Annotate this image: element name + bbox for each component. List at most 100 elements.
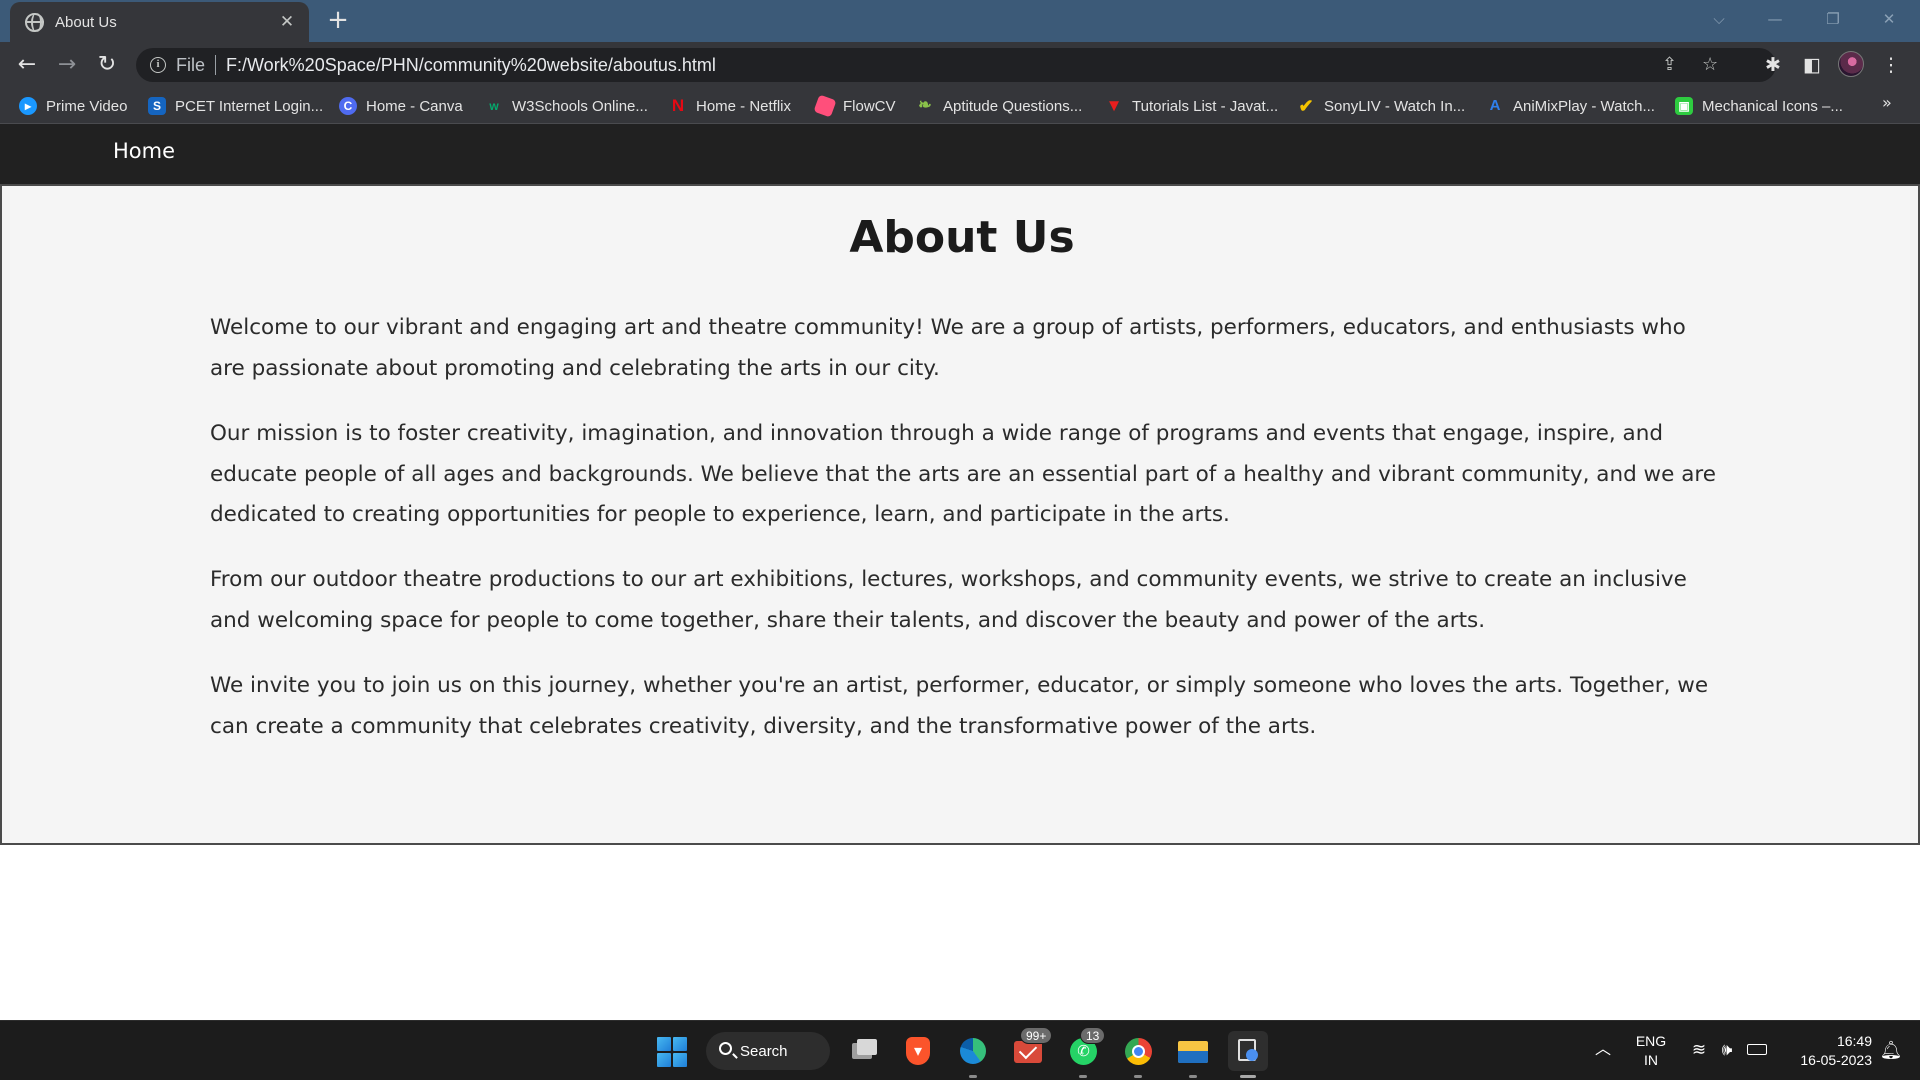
- canva-icon: C: [339, 97, 357, 115]
- bookmarks-overflow-button[interactable]: »: [1882, 93, 1892, 112]
- active-indicator: [1240, 1075, 1256, 1078]
- menu-kebab-icon[interactable]: ⋮: [1876, 50, 1906, 80]
- bookmark-label: Prime Video: [46, 97, 128, 115]
- mail-notification-badge: 99+: [1020, 1027, 1053, 1044]
- chrome-browser-icon[interactable]: [1118, 1031, 1158, 1071]
- globe-icon: [25, 12, 44, 32]
- w3schools-icon: w: [489, 99, 499, 113]
- about-paragraph-welcome: Welcome to our vibrant and engaging art …: [210, 315, 1686, 381]
- bookmark-flowcv[interactable]: FlowCV: [813, 94, 896, 118]
- clock-date: 16-05-2023: [1800, 1052, 1872, 1068]
- running-indicator: [1189, 1075, 1197, 1078]
- minimize-button[interactable]: —: [1752, 0, 1798, 40]
- windows-logo-pane: [673, 1037, 687, 1051]
- address-url[interactable]: F:/Work%20Space/PHN/community%20website/…: [226, 55, 716, 76]
- address-divider: [215, 55, 217, 75]
- bookmark-sonyliv[interactable]: ✔ SonyLIV - Watch In...: [1297, 94, 1465, 118]
- bookmark-label: SonyLIV - Watch In...: [1324, 97, 1466, 115]
- restore-button[interactable]: ❐: [1810, 0, 1856, 40]
- javatpoint-icon: ▼: [1105, 96, 1123, 115]
- bookmark-label: Aptitude Questions...: [943, 97, 1083, 115]
- nav-home-link[interactable]: Home: [113, 139, 175, 163]
- about-paragraph-mission: Our mission is to foster creativity, ima…: [210, 421, 1716, 527]
- whatsapp-notification-badge: 13: [1080, 1027, 1106, 1044]
- bookmark-label: Home - Canva: [366, 97, 463, 115]
- clock-time: 16:49: [1836, 1033, 1872, 1049]
- running-indicator: [1134, 1075, 1142, 1078]
- show-hidden-icons-chevron-icon[interactable]: ︿: [1592, 1020, 1614, 1080]
- snipping-tool-icon[interactable]: [1228, 1031, 1268, 1071]
- bookmark-animixplay[interactable]: A AniMixPlay - Watch...: [1486, 94, 1655, 118]
- clock[interactable]: 16:49 16-05-2023: [1782, 1020, 1872, 1080]
- windows-logo-pane: [657, 1053, 671, 1067]
- windows-logo-pane: [673, 1053, 687, 1067]
- profile-avatar[interactable]: [1838, 51, 1864, 77]
- share-icon[interactable]: ⇪: [1662, 54, 1677, 76]
- reload-icon[interactable]: ↻: [92, 50, 122, 80]
- address-scheme: File: [176, 54, 206, 75]
- about-paragraph-invitation: We invite you to join us on this journey…: [210, 673, 1709, 739]
- bookmark-label: PCET Internet Login...: [175, 97, 324, 115]
- sonyliv-icon: ✔: [1298, 96, 1314, 116]
- language-region: IN: [1644, 1052, 1658, 1068]
- new-tab-button[interactable]: +: [324, 6, 352, 34]
- browser-toolbar: ← → ↻ i File F:/Work%20Space/PHN/communi…: [0, 42, 1920, 88]
- mechanical-icons-icon: ▣: [1675, 97, 1693, 115]
- tab-search-chevron-icon[interactable]: ⌵: [1696, 0, 1742, 40]
- site-navbar: Home: [0, 124, 1920, 184]
- edge-browser-icon[interactable]: [953, 1031, 993, 1071]
- bookmark-pcet[interactable]: S PCET Internet Login...: [148, 94, 323, 118]
- bookmark-prime-video[interactable]: ▸ Prime Video: [19, 94, 127, 118]
- aptitude-icon: ❧: [918, 97, 932, 114]
- search-icon: [719, 1042, 732, 1055]
- bookmark-canva[interactable]: C Home - Canva: [339, 94, 463, 118]
- browser-tab-strip: About Us ✕ + ⌵ — ❐ ✕: [0, 0, 1920, 42]
- animixplay-icon: A: [1489, 97, 1501, 114]
- forward-arrow-icon[interactable]: →: [52, 50, 82, 80]
- flowcv-icon: [813, 94, 837, 118]
- bookmark-javatpoint[interactable]: ▼ Tutorials List - Javat...: [1105, 94, 1279, 118]
- browser-tab[interactable]: About Us ✕: [10, 2, 309, 42]
- close-window-button[interactable]: ✕: [1866, 0, 1912, 40]
- bookmark-label: Home - Netflix: [696, 97, 792, 115]
- side-panel-icon[interactable]: ◧: [1797, 50, 1827, 80]
- bookmark-aptitude[interactable]: ❧ Aptitude Questions...: [916, 94, 1082, 118]
- battery-icon[interactable]: [1744, 1020, 1770, 1080]
- bookmark-mechanical-icons[interactable]: ▣ Mechanical Icons –...: [1675, 94, 1843, 118]
- bookmarks-bar: ▸ Prime Video S PCET Internet Login... C…: [0, 88, 1920, 124]
- bookmark-label: AniMixPlay - Watch...: [1513, 97, 1655, 115]
- file-explorer-icon[interactable]: [1173, 1031, 1213, 1071]
- site-info-icon[interactable]: i: [150, 57, 166, 73]
- back-arrow-icon[interactable]: ←: [12, 50, 42, 80]
- notification-bell-icon[interactable]: 🔔︎: [1878, 1020, 1904, 1080]
- bookmark-label: FlowCV: [843, 97, 896, 115]
- language-code: ENG: [1635, 1033, 1667, 1049]
- taskbar-search[interactable]: Search: [706, 1032, 830, 1070]
- brave-browser-icon[interactable]: ▾: [898, 1031, 938, 1071]
- running-indicator: [969, 1075, 977, 1078]
- running-indicator: [1079, 1075, 1087, 1078]
- about-section: About Us Welcome to our vibrant and enga…: [0, 184, 1920, 845]
- start-button[interactable]: [652, 1031, 692, 1071]
- wifi-icon[interactable]: ≋: [1686, 1020, 1712, 1080]
- page-title: About Us: [849, 212, 1075, 263]
- taskbar-search-label: Search: [740, 1042, 788, 1060]
- extensions-puzzle-icon[interactable]: ✱: [1758, 50, 1788, 80]
- tab-close-button[interactable]: ✕: [277, 12, 297, 32]
- tab-title: About Us: [55, 13, 117, 31]
- about-paragraph-programs: From our outdoor theatre productions to …: [210, 567, 1687, 633]
- prime-video-icon: ▸: [19, 97, 37, 115]
- bookmark-star-icon[interactable]: ☆: [1702, 54, 1718, 76]
- bookmark-label: Tutorials List - Javat...: [1132, 97, 1279, 115]
- bookmark-label: Mechanical Icons –...: [1702, 97, 1843, 115]
- netflix-icon: N: [671, 96, 685, 115]
- pcet-icon: S: [148, 97, 166, 115]
- windows-logo-pane: [657, 1037, 671, 1051]
- address-bar[interactable]: i File F:/Work%20Space/PHN/community%20w…: [136, 48, 1776, 82]
- bookmark-label: W3Schools Online...: [512, 97, 648, 115]
- language-indicator[interactable]: ENG IN: [1626, 1020, 1676, 1080]
- task-view-icon[interactable]: [843, 1031, 883, 1071]
- bookmark-w3schools[interactable]: w W3Schools Online...: [485, 94, 648, 118]
- bookmark-netflix[interactable]: N Home - Netflix: [669, 94, 791, 118]
- volume-icon[interactable]: 🕪: [1714, 1020, 1740, 1080]
